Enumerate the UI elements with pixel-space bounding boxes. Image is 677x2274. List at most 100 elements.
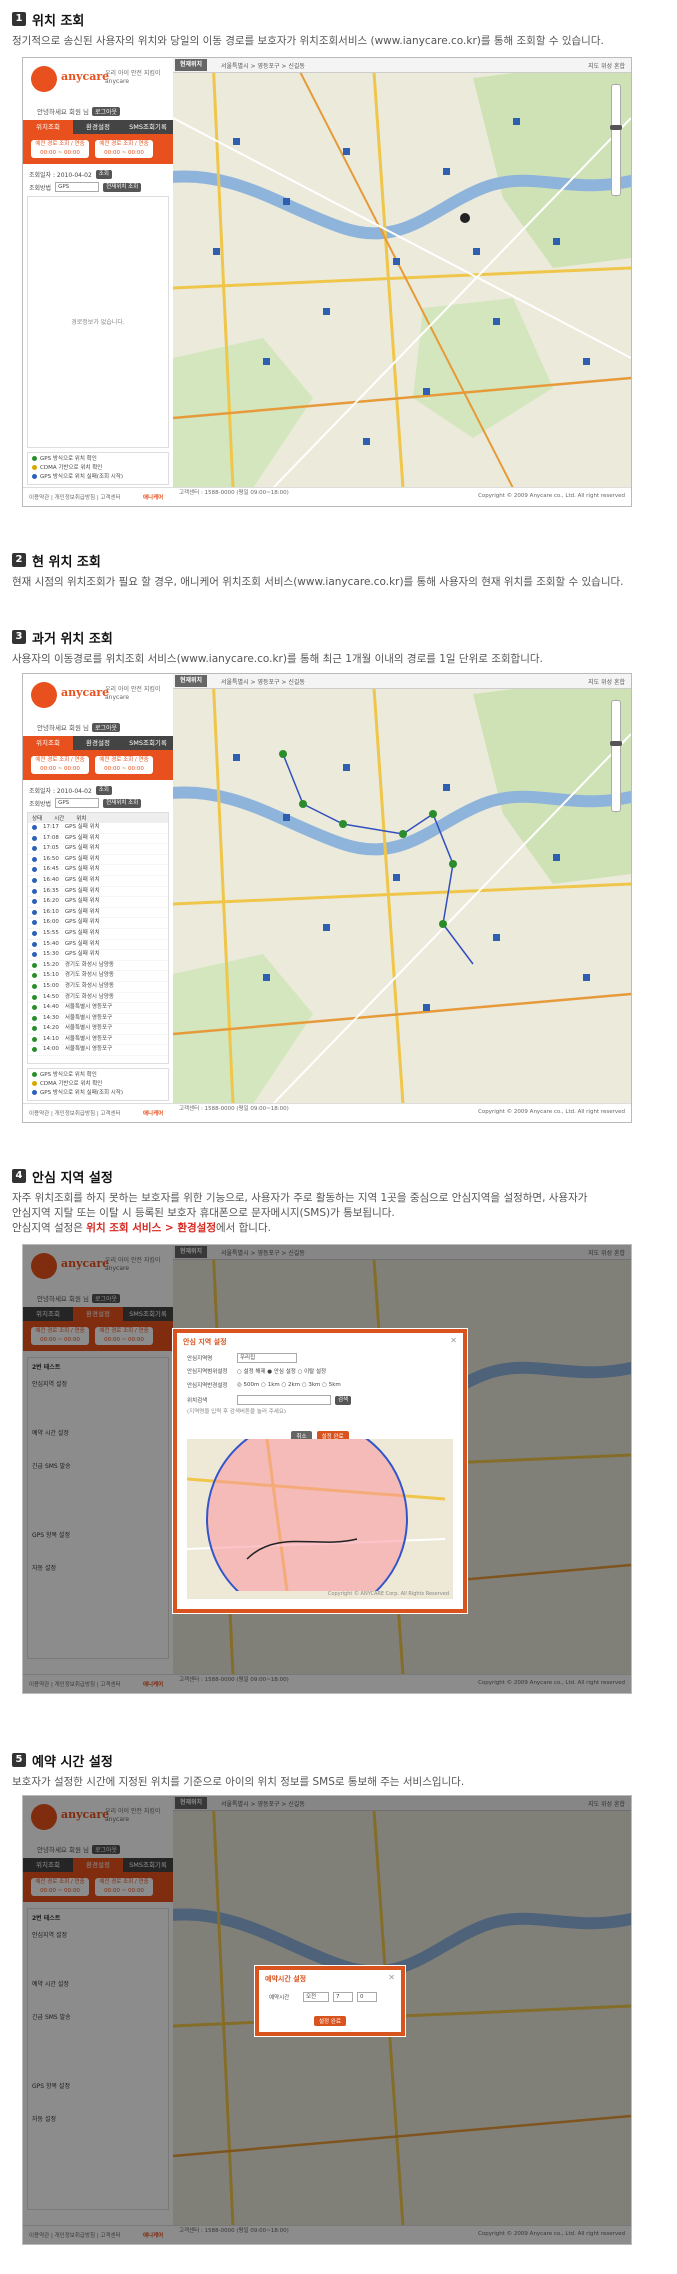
method-select[interactable]: GPS [55,182,100,192]
row-time: 15:20 [43,961,59,968]
row-location: 경기도 화성시 남양동 [64,972,114,979]
table-row[interactable]: 14:00 서울특별시 영등포구 [28,1045,168,1057]
current-location-button[interactable]: 현재위치 조회 [103,798,142,808]
pill-left[interactable]: 예전 경로 조회 / 연중 00:00 ~ 00:00 [31,756,89,774]
table-row[interactable]: 15:55 GPS 실패 위치 [28,929,168,940]
hour-select[interactable]: 7 [333,1992,353,2002]
table-row[interactable]: 14:20 서울특별시 영등포구 [28,1024,168,1035]
status-icon [32,867,37,873]
table-row[interactable]: 15:30 GPS 실패 위치 [28,950,168,961]
section-title: 위치 조회 [32,13,85,29]
search-button[interactable]: 조회 [95,786,112,795]
table-row[interactable]: 16:50 GPS 실패 위치 [28,855,168,866]
logout-button[interactable]: 로그아웃 [91,723,121,732]
section-number: 5 [12,1753,26,1767]
table-row[interactable]: 15:40 GPS 실패 위치 [28,940,168,951]
map-type-options[interactable]: 지도 위성 혼합 [588,677,625,686]
close-icon[interactable]: ✕ [388,1973,395,1982]
screenshot-past-location: anycare 우리 아이 안전 지킴이 anycare 안녕하세요 회원 님 로그… [22,673,632,1123]
legend: GPS 방식으로 위치 확인 CDMA 기반으로 위치 확인 GPS 방식으로 … [27,1068,169,1101]
table-row[interactable]: 15:10 경기도 화성시 남양동 [28,971,168,982]
tab-location[interactable]: 위치조회 [23,736,73,750]
location-search-input[interactable] [237,1395,331,1405]
route-box: 예전 경로 조회 / 연중 00:00 ~ 00:00 예전 경로 조회 / 연… [23,750,173,780]
close-icon[interactable]: ✕ [450,1336,457,1345]
zoom-slider[interactable] [610,84,622,196]
pill-right[interactable]: 예전 경로 조회 / 연중 00:00 ~ 00:00 [95,756,153,774]
row-location: GPS 실패 위치 [64,929,100,936]
row-time: 16:40 [43,876,59,883]
table-row[interactable]: 15:00 경기도 화성시 남양동 [28,982,168,993]
section-title: 현 위치 조회 [32,554,101,570]
tab-sms[interactable]: SMS조회기록 [123,120,173,134]
minute-select[interactable]: 0 [357,1992,377,2002]
tab-location[interactable]: 위치조회 [23,120,73,134]
map-type-options[interactable]: 지도 위성 혼합 [588,61,625,70]
map-view[interactable] [173,58,631,488]
section-number: 4 [12,1169,26,1183]
tab-sms[interactable]: SMS조회기록 [123,736,173,750]
table-row[interactable]: 14:10 서울특별시 영등포구 [28,1035,168,1046]
section-title: 예약 시간 설정 [32,1754,113,1770]
pill-right[interactable]: 예전 경로 조회 / 연중 00:00 ~ 00:00 [95,140,153,158]
history-header: 상태 시간 위치 [28,813,168,823]
row-time: 14:10 [43,1035,59,1042]
row-location: GPS 실패 위치 [64,855,100,862]
pill-left[interactable]: 예전 경로 조회 / 연중 00:00 ~ 00:00 [31,140,89,158]
map-view[interactable] [173,674,631,1104]
table-row[interactable]: 14:30 서울특별시 영등포구 [28,1014,168,1025]
table-row[interactable]: 14:50 경기도 화성시 남양동 [28,993,168,1004]
route-box: 예전 경로 조회 / 연중 00:00 ~ 00:00 예전 경로 조회 / 연… [23,134,173,164]
status-icon [32,856,37,862]
row-time: 16:10 [43,908,59,915]
row-time: 15:00 [43,982,59,989]
table-row[interactable]: 16:00 GPS 실패 위치 [28,918,168,929]
row-location: 서울특별시 영등포구 [64,1014,113,1021]
location-search-button[interactable]: 검색 [335,1395,352,1405]
search-button[interactable]: 조회 [95,170,112,179]
section-safe-zone: 4 안심 지역 설정 자주 위치조회를 하지 못하는 보호자를 위한 기능으로, … [12,1167,667,1236]
table-row[interactable]: 17:05 GPS 실패 위치 [28,844,168,855]
table-row[interactable]: 16:10 GPS 실패 위치 [28,908,168,919]
status-icon [32,825,37,830]
table-row[interactable]: 17:08 GPS 실패 위치 [28,834,168,845]
empty-message: 경로정보가 없습니다. [71,319,125,326]
method-select[interactable]: GPS [55,798,100,808]
status-icon [32,973,37,979]
ampm-select[interactable]: 오전 [303,1992,329,2002]
row-time: 14:50 [43,993,59,1000]
confirm-button[interactable]: 설정 완료 [314,2016,346,2026]
row-location: GPS 실패 위치 [64,834,100,841]
zone-name-input[interactable]: 우리집 [237,1353,297,1363]
status-icon [32,909,37,915]
map-canvas [173,58,631,488]
zone-radius-radios[interactable]: ◎ 500m ○ 1km ○ 2km ○ 3km ○ 5km [237,1382,341,1388]
row-time: 14:40 [43,1004,59,1011]
tab-bar: 위치조회 환경설정 SMS조회기록 [23,120,173,134]
zoom-slider[interactable] [610,700,622,812]
tab-settings[interactable]: 환경설정 [73,736,123,750]
table-row[interactable]: 16:35 GPS 실패 위치 [28,887,168,898]
status-icon [32,1005,37,1011]
zone-mode-radios[interactable]: ○ 설정 해제 ● 안심 설정 ○ 이탈 설정 [237,1367,326,1375]
safe-zone-map[interactable]: Copyright © ANYCARE Corp. All Rights Res… [187,1439,453,1599]
table-row[interactable]: 16:40 GPS 실패 위치 [28,876,168,887]
date-row: 조회일자 : 2010-04-02 조회 [29,170,112,179]
section-number: 3 [12,630,26,644]
row-location: GPS 실패 위치 [64,951,100,958]
map-breadcrumb[interactable]: 서울특별시 > 영등포구 > 신길동 [221,677,305,686]
table-row[interactable]: 16:20 GPS 실패 위치 [28,897,168,908]
map-breadcrumb[interactable]: 서울특별시 > 영등포구 > 신길동 [221,61,305,70]
status-icon [32,1026,37,1032]
current-location-button[interactable]: 현재위치 조회 [103,182,142,192]
table-row[interactable]: 17:17 GPS 실패 위치 [28,823,168,834]
section-title: 과거 위치 조회 [32,631,113,647]
table-row[interactable]: 14:40 서울특별시 영등포구 [28,1003,168,1014]
row-location: GPS 실패 위치 [64,845,100,852]
section-past-location: 3 과거 위치 조회 사용자의 이동경로를 위치조회 서비스(www.ianyca… [12,628,667,667]
tab-settings[interactable]: 환경설정 [73,120,123,134]
logout-button[interactable]: 로그아웃 [91,107,121,116]
row-time: 15:40 [43,940,59,947]
table-row[interactable]: 15:20 경기도 화성시 남양동 [28,961,168,972]
table-row[interactable]: 16:45 GPS 실패 위치 [28,865,168,876]
